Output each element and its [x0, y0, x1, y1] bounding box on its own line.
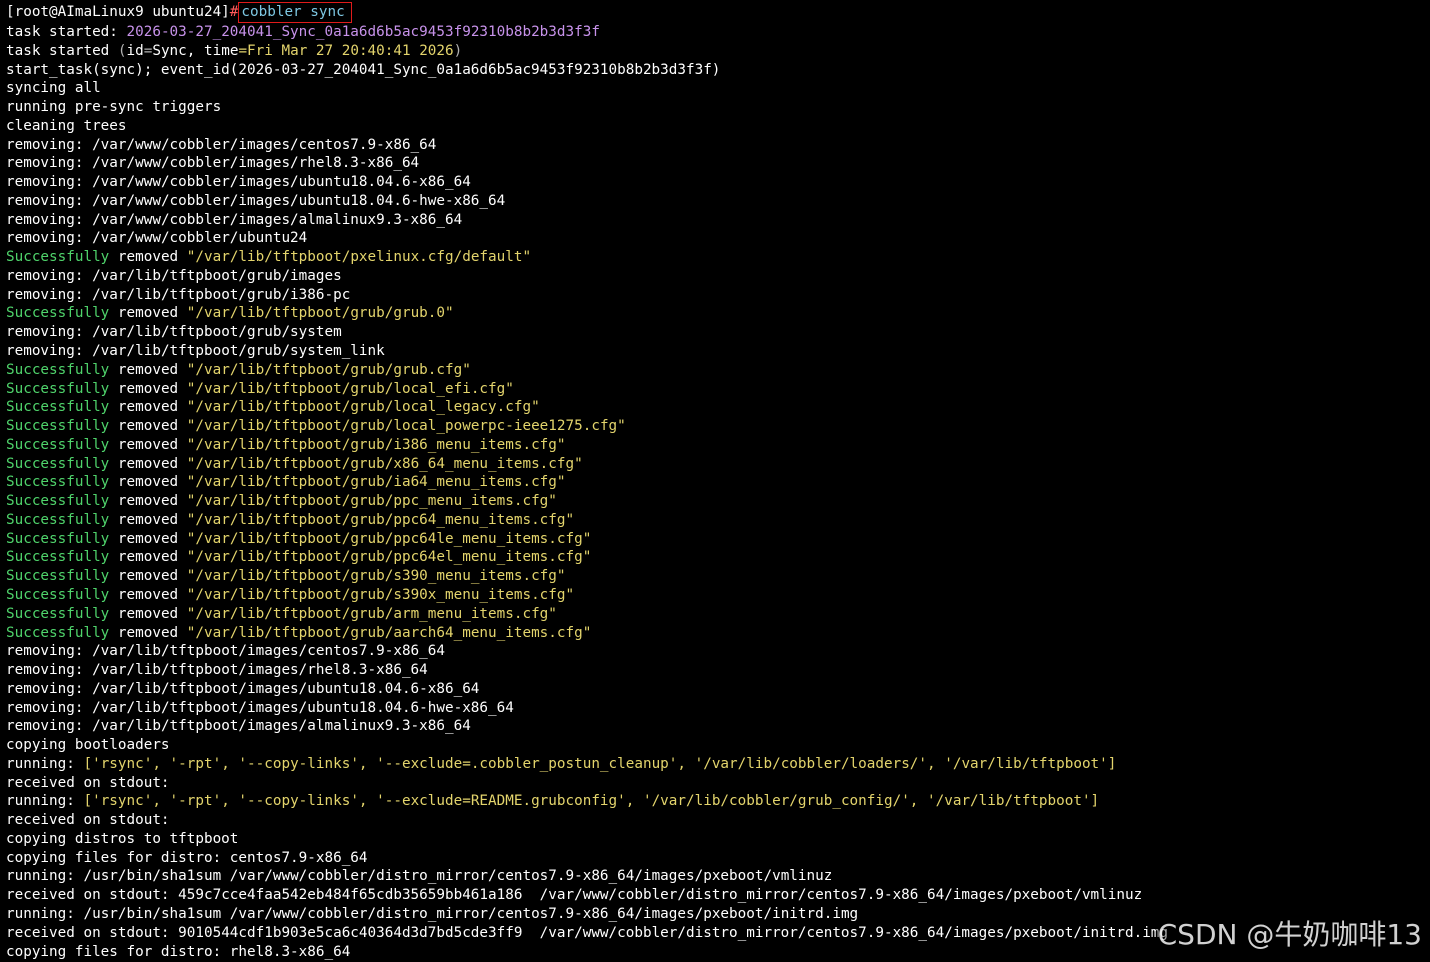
output-line: syncing all: [6, 80, 101, 97]
success-line: Successfully removed "/var/lib/tftpboot/…: [6, 249, 532, 266]
removing-line: removing: /var/lib/tftpboot/grub/system_…: [6, 343, 385, 360]
removing-line: removing: /var/lib/tftpboot/grub/images: [6, 267, 342, 284]
received-line: received on stdout:: [6, 812, 170, 829]
prompt-user-host: [root@AImaLinux9 ubuntu24]: [6, 4, 230, 20]
removing-line: removing: /var/lib/tftpboot/grub/system: [6, 324, 342, 341]
success-line: Successfully removed "/var/lib/tftpboot/…: [6, 361, 471, 378]
success-line: Successfully removed "/var/lib/tftpboot/…: [6, 493, 557, 510]
success-line: Successfully removed "/var/lib/tftpboot/…: [6, 586, 575, 603]
output-line: task started (id=Sync, time=Fri Mar 27 2…: [6, 42, 463, 59]
success-line: Successfully removed "/var/lib/tftpboot/…: [6, 418, 626, 435]
removing-line: removing: /var/lib/tftpboot/images/almal…: [6, 718, 471, 735]
output-line: copying bootloaders: [6, 737, 170, 754]
removing-line: removing: /var/www/cobbler/ubuntu24: [6, 230, 308, 247]
command-prompt-line: [root@AImaLinux9 ubuntu24]# cobbler sync: [6, 2, 1430, 23]
removing-line: removing: /var/www/cobbler/images/ubuntu…: [6, 174, 471, 191]
success-line: Successfully removed "/var/lib/tftpboot/…: [6, 511, 575, 528]
output-line: start_task(sync); event_id(2026-03-27_20…: [6, 61, 721, 78]
csdn-watermark: CSDN @牛奶咖啡13: [1155, 918, 1424, 952]
removing-line: removing: /var/lib/tftpboot/images/rhel8…: [6, 662, 428, 679]
output-line: copying files for distro: centos7.9-x86_…: [6, 849, 368, 866]
running-line: running: /usr/bin/sha1sum /var/www/cobbl…: [6, 868, 833, 885]
removing-line: removing: /var/lib/tftpboot/images/cento…: [6, 643, 445, 660]
success-line: Successfully removed "/var/lib/tftpboot/…: [6, 624, 592, 641]
running-line: running: ['rsync', '-rpt', '--copy-links…: [6, 793, 1100, 810]
success-line: Successfully removed "/var/lib/tftpboot/…: [6, 568, 566, 585]
success-line: Successfully removed "/var/lib/tftpboot/…: [6, 474, 566, 491]
removing-line: removing: /var/lib/tftpboot/images/ubunt…: [6, 699, 514, 716]
success-line: Successfully removed "/var/lib/tftpboot/…: [6, 530, 592, 547]
success-line: Successfully removed "/var/lib/tftpboot/…: [6, 399, 540, 416]
removing-line: removing: /var/www/cobbler/images/rhel8.…: [6, 155, 420, 172]
output-line: copying distros to tftpboot: [6, 830, 239, 847]
success-line: Successfully removed "/var/lib/tftpboot/…: [6, 455, 583, 472]
removing-line: removing: /var/lib/tftpboot/grub/i386-pc: [6, 286, 351, 303]
received-line: received on stdout: 459c7cce4faa542eb484…: [6, 887, 1143, 904]
removing-line: removing: /var/www/cobbler/images/ubuntu…: [6, 192, 506, 209]
removing-line: removing: /var/www/cobbler/images/centos…: [6, 136, 437, 153]
received-line: received on stdout:: [6, 774, 170, 791]
command-input[interactable]: cobbler sync: [238, 2, 352, 23]
removing-line: removing: /var/www/cobbler/images/almali…: [6, 211, 463, 228]
output-line: cleaning trees: [6, 117, 127, 134]
prompt-symbol: #: [229, 4, 239, 20]
output-line: task started: 2026-03-27_204041_Sync_0a1…: [6, 24, 600, 40]
success-line: Successfully removed "/var/lib/tftpboot/…: [6, 305, 454, 322]
output-line: running pre-sync triggers: [6, 99, 222, 116]
running-line: running: ['rsync', '-rpt', '--copy-links…: [6, 755, 1117, 772]
success-line: Successfully removed "/var/lib/tftpboot/…: [6, 549, 592, 566]
success-line: Successfully removed "/var/lib/tftpboot/…: [6, 380, 514, 397]
success-line: Successfully removed "/var/lib/tftpboot/…: [6, 436, 566, 453]
terminal-output[interactable]: [root@AImaLinux9 ubuntu24]# cobbler sync …: [6, 2, 1430, 961]
success-line: Successfully removed "/var/lib/tftpboot/…: [6, 605, 557, 622]
removing-line: removing: /var/lib/tftpboot/images/ubunt…: [6, 680, 480, 697]
